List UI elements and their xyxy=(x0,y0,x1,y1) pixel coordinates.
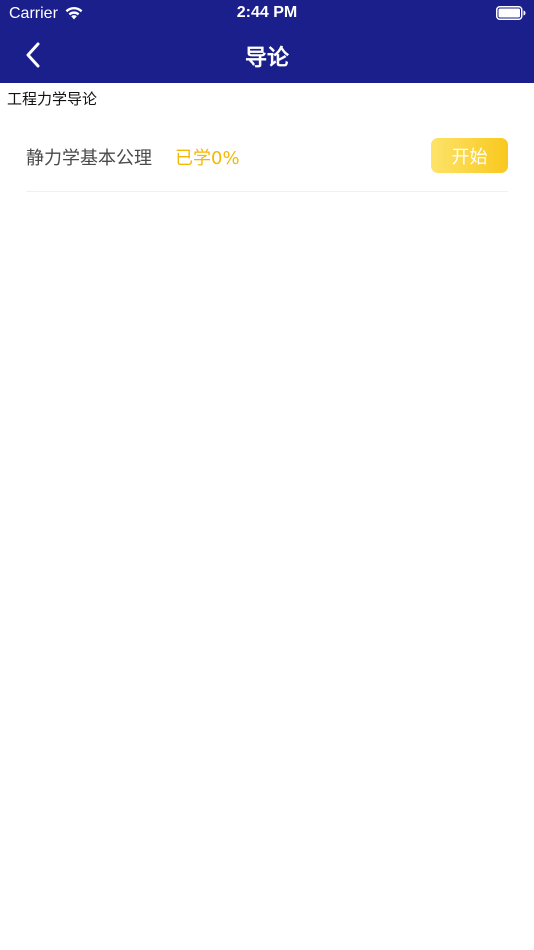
nav-bar: 导论 xyxy=(0,28,534,83)
lesson-name: 静力学基本公理 xyxy=(26,148,152,169)
status-bar: Carrier 2:44 PM xyxy=(0,0,534,28)
section-title: 工程力学导论 xyxy=(7,90,98,108)
list-item: 静力学基本公理 已学0% 开始 xyxy=(26,124,508,192)
lesson-progress: 已学0% xyxy=(175,148,240,169)
start-button[interactable]: 开始 xyxy=(431,138,508,173)
clock: 2:44 PM xyxy=(236,4,298,21)
page-title: 导论 xyxy=(244,46,289,71)
header: Carrier 2:44 PM 导论 xyxy=(0,0,534,83)
battery-icon xyxy=(496,6,526,20)
screen: Carrier 2:44 PM 导论 工程力学导论 静力学基本公理 已学0% 开… xyxy=(0,0,534,950)
